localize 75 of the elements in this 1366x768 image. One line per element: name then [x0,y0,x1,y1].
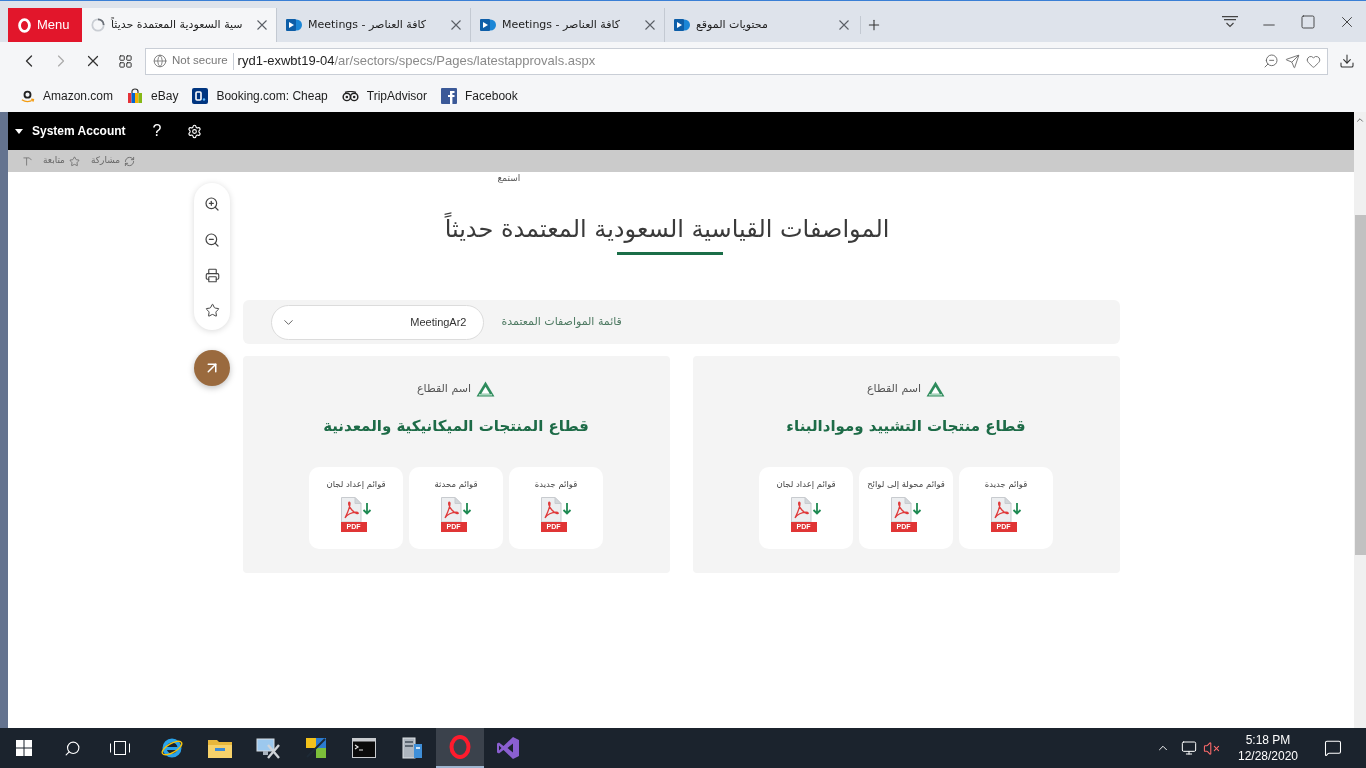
scrollbar-thumb[interactable] [1354,215,1366,555]
smile-logo-icon [20,88,35,104]
globe-icon [153,54,167,68]
filter-label: قائمة المواصفات المعتمدة [501,313,622,330]
ring-logo-icon [449,735,471,759]
star-icon[interactable] [204,303,220,318]
sector-caption: اسم القطاع [417,381,471,397]
square-logo-icon [441,88,458,104]
clock[interactable]: 5:18 PM 12/28/2020 [1234,732,1302,764]
grid-icon[interactable] [117,53,133,69]
sector-caption: اسم القطاع [867,381,921,397]
page-title: المواصفات القياسية السعودية المعتمدة حديثاً [242,212,1120,246]
bookmark-link[interactable]: Amazon.com [20,87,114,105]
blocks-icon [304,736,328,760]
square-logo-icon [192,88,209,104]
listen-link[interactable]: استمع [497,172,521,184]
browser-tab[interactable]: سية السعودية المعتمدة حديثاً [82,8,276,42]
security-indicator[interactable]: Not secure [153,52,228,70]
address-field[interactable]: Not secure ryd1-exwbt19-04/ar/sectors/specs/Pages/latestapprovals.aspx [145,47,1328,75]
scroll-up-icon[interactable] [1355,115,1365,125]
url-text: ryd1-exwbt19-04/ar/sectors/specs/Pages/latestapprovals.aspx [237,52,596,71]
triangle-logo-icon [926,381,945,397]
send-icon[interactable] [1285,53,1300,69]
heart-icon[interactable] [1306,53,1321,69]
pdf-file-icon [540,497,572,522]
settings-icon[interactable] [186,123,202,139]
ribbon-action[interactable]: متابعة [43,154,80,168]
sector-title: قطاع المنتجات الميكانيكية والمعدنية [323,416,589,437]
monitor-tools-icon [256,736,280,760]
arrow-button[interactable] [194,350,230,386]
windows-logo-icon[interactable] [16,740,32,756]
folder-icon [208,738,232,758]
star-icon[interactable] [68,155,80,167]
sector-title: قطاع منتجات التشييد وموادالبناء [786,416,1026,437]
print-icon[interactable] [204,268,220,283]
pdf-file-icon [440,497,472,522]
notification-icon[interactable] [1324,739,1342,757]
terminal-icon [352,738,376,758]
new-tab-icon[interactable] [866,17,882,33]
menu-button[interactable]: Menu [8,8,82,42]
search-icon[interactable] [63,739,81,757]
sync-icon[interactable] [124,155,135,167]
pdf-file-icon [340,497,372,522]
bag-icon [127,88,144,104]
ring-logo-icon [18,17,31,33]
zoom-out-icon[interactable] [204,232,220,248]
ribbon-logo-icon [496,736,520,760]
caret-down-icon [15,128,23,134]
task-view-icon[interactable] [110,741,130,755]
volume-muted-icon[interactable] [1203,739,1220,757]
pdf-file-icon [790,497,822,522]
zoom-in-icon[interactable] [204,196,220,212]
tab-menu-icon[interactable] [1222,15,1238,28]
ribbon-action[interactable]: مشاركة [90,154,135,168]
bookmark-link[interactable]: Booking.com: Cheap [192,87,328,105]
dropdown[interactable]: MeetingAr2 [270,304,484,340]
network-icon[interactable] [1181,740,1197,756]
zoom-out-icon[interactable] [1263,53,1279,69]
server-icon [400,736,424,760]
close-icon[interactable] [645,20,655,30]
pdf-file-icon [990,497,1022,522]
close-icon[interactable] [257,20,267,30]
maximize-icon[interactable] [1300,13,1316,30]
bookmark-link[interactable]: eBay [127,87,179,105]
pdf-file-icon [890,497,922,522]
help-button[interactable]: ? [152,121,162,141]
ring-logo-icon [160,736,184,760]
bookmark-link[interactable]: Facebook [441,87,518,105]
close-icon[interactable] [839,20,849,30]
triangle-logo-icon [476,381,495,397]
download-icon[interactable] [1339,53,1355,69]
bookmark-link[interactable]: TripAdvisor [341,87,428,105]
account-menu[interactable]: System Account [15,122,126,140]
close-icon[interactable] [451,20,461,30]
owl-eyes-icon [341,90,359,102]
